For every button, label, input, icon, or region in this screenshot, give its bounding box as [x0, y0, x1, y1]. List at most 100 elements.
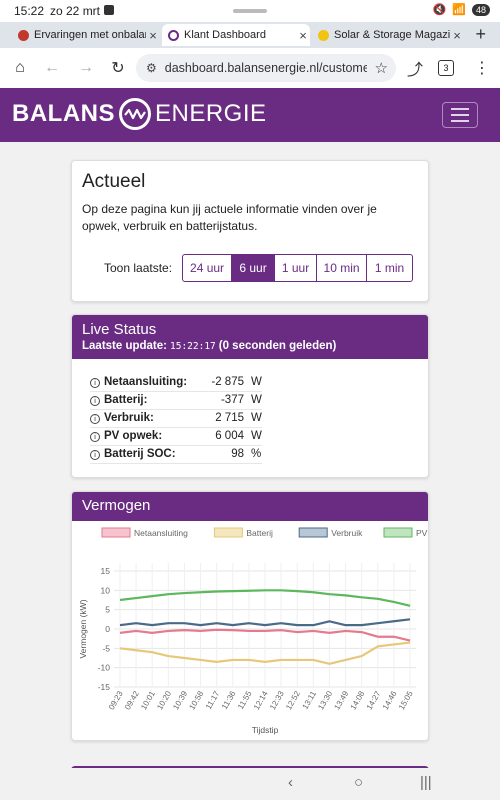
y-tick-label: 15	[101, 566, 111, 576]
stat-value: 2 715	[196, 409, 244, 428]
info-icon[interactable]: i	[90, 396, 100, 406]
stat-value: -377	[196, 391, 244, 410]
x-tick-label: 12:52	[284, 689, 302, 711]
vermogen-title: Vermogen	[82, 497, 151, 514]
recents-nav-icon[interactable]: |||	[420, 774, 432, 791]
logo-text-left: BALANS	[12, 100, 115, 127]
stat-row-pv-opwek: i PV opwek: 6 004 W	[90, 427, 262, 446]
x-tick-label: 12:33	[268, 689, 286, 711]
info-icon[interactable]: i	[90, 377, 100, 388]
x-tick-label: 11:36	[220, 689, 238, 711]
share-icon[interactable]: ⤴	[403, 56, 427, 80]
info-icon[interactable]: i	[90, 432, 100, 442]
x-tick-label: 10:01	[139, 689, 157, 711]
legend-swatch	[101, 527, 131, 538]
actueel-title: Actueel	[82, 171, 146, 192]
x-tick-label: 10:58	[187, 689, 205, 711]
last-update-time: 15:22:17	[170, 341, 216, 352]
tab-count-icon[interactable]: 3	[438, 60, 454, 76]
tab-title: Solar & Storage Magazi	[334, 29, 450, 41]
info-icon[interactable]: i	[90, 450, 100, 460]
y-tick-label: 5	[105, 605, 110, 615]
logo-text-right: ENERGIE	[155, 100, 267, 127]
logo-wave-icon	[119, 98, 151, 130]
close-tab-icon[interactable]: ×	[450, 28, 464, 43]
close-tab-icon[interactable]: ×	[296, 28, 310, 43]
stat-value: 6 004	[196, 427, 244, 446]
x-tick-label: 09:42	[123, 689, 141, 711]
toon-label: Toon laatste:	[104, 261, 173, 275]
status-time: 15:22	[14, 4, 45, 18]
browser-tab-2[interactable]: Klant Dashboard ×	[162, 24, 310, 46]
stat-row-netaansluiting: i Netaansluiting: -2 875 W	[90, 373, 262, 392]
last-update-ago: (0 seconden geleden)	[218, 340, 337, 352]
forward-icon[interactable]: →	[74, 56, 98, 80]
url-text: dashboard.balansenergie.nl/customer	[164, 61, 367, 75]
vermogen-header: Vermogen	[72, 492, 428, 521]
site-settings-icon[interactable]: ⚙	[146, 61, 157, 75]
stat-row-batterij: i Batterij: -377 W	[90, 391, 262, 410]
x-tick-label: 12:14	[252, 689, 270, 711]
system-nav-bar: ‹ ○ |||	[0, 768, 500, 800]
x-tick-label: 13:49	[332, 689, 350, 711]
home-icon[interactable]: ⌂	[8, 56, 32, 80]
star-icon[interactable]: ☆	[375, 59, 388, 77]
address-bar[interactable]: ⚙ dashboard.balansenergie.nl/customer ☆	[136, 54, 396, 82]
tab-favicon-icon	[318, 29, 329, 41]
close-tab-icon[interactable]: ×	[146, 28, 160, 43]
drag-handle[interactable]	[233, 9, 267, 13]
stat-unit: %	[244, 445, 262, 464]
legend-swatch	[213, 527, 243, 538]
actueel-card: Actueel Op deze pagina kun jij actuele i…	[71, 160, 429, 302]
mute-icon: 🔇	[432, 4, 447, 16]
legend-swatch	[298, 527, 328, 538]
back-icon[interactable]: ←	[40, 56, 64, 80]
back-nav-icon[interactable]: ‹	[288, 774, 293, 791]
browser-tab-1[interactable]: Ervaringen met onbalan ×	[12, 24, 160, 46]
tab-favicon-icon	[168, 29, 179, 41]
live-status-title: Live Status	[82, 321, 157, 338]
range-button-1-uur[interactable]: 1 uur	[274, 255, 316, 281]
x-tick-label: 14:08	[349, 689, 367, 711]
y-tick-label: 10	[101, 585, 111, 595]
range-button-10-min[interactable]: 10 min	[316, 255, 366, 281]
y-tick-label: -10	[98, 663, 111, 673]
home-nav-icon[interactable]: ○	[354, 774, 363, 791]
x-tick-label: 10:20	[155, 689, 173, 711]
new-tab-icon[interactable]: +	[475, 24, 486, 45]
x-tick-label: 14:46	[381, 689, 399, 711]
last-update-label: Laatste update:	[82, 340, 167, 352]
hamburger-menu-button[interactable]	[442, 102, 478, 128]
stat-unit: W	[244, 409, 262, 428]
info-icon[interactable]: i	[90, 414, 100, 424]
x-tick-label: 09:23	[107, 689, 125, 711]
actueel-description: Op deze pagina kun jij actuele informati…	[82, 202, 377, 233]
stat-row-batterij-soc: i Batterij SOC: 98 %	[90, 445, 262, 464]
reload-icon[interactable]: ↻	[106, 56, 130, 80]
x-axis-title: Tijdstip	[252, 725, 279, 735]
y-tick-label: -5	[102, 643, 110, 653]
stat-unit: W	[244, 373, 262, 392]
x-tick-label: 11:17	[204, 689, 222, 711]
status-bar: 15:22 zo 22 mrt 🔇 📶 48	[0, 0, 500, 22]
y-tick-label: 0	[105, 624, 110, 634]
range-button-24-uur[interactable]: 24 uur	[183, 255, 231, 281]
x-tick-label: 10:39	[171, 689, 189, 711]
vermogen-card: Vermogen Netaansluiting Batterij Verbruik P…	[71, 491, 429, 741]
stat-label: Netaansluiting:	[104, 373, 196, 392]
stat-label: PV opwek:	[104, 427, 196, 446]
tab-title: Ervaringen met onbalan	[34, 29, 146, 41]
x-tick-label: 15:05	[397, 689, 415, 711]
range-button-group: 24 uur 6 uur 1 uur 10 min 1 min	[182, 254, 414, 282]
last-update: Laatste update: 15:22:17 (0 seconden geled…	[82, 340, 418, 352]
balans-energie-logo[interactable]: BALANS ENERGIE	[12, 98, 267, 130]
range-button-1-min[interactable]: 1 min	[366, 255, 412, 281]
menu-icon[interactable]: ⋮	[470, 56, 494, 80]
x-tick-label: 13:30	[316, 689, 334, 711]
site-navbar: BALANS ENERGIE	[0, 88, 500, 142]
vermogen-chart[interactable]: Netaansluiting Batterij Verbruik PV opwek 15…	[72, 521, 428, 739]
browser-tab-3[interactable]: Solar & Storage Magazi ×	[312, 24, 464, 46]
stat-unit: W	[244, 427, 262, 446]
range-button-6-uur[interactable]: 6 uur	[231, 255, 275, 281]
legend-label: PV opwek	[416, 528, 428, 538]
